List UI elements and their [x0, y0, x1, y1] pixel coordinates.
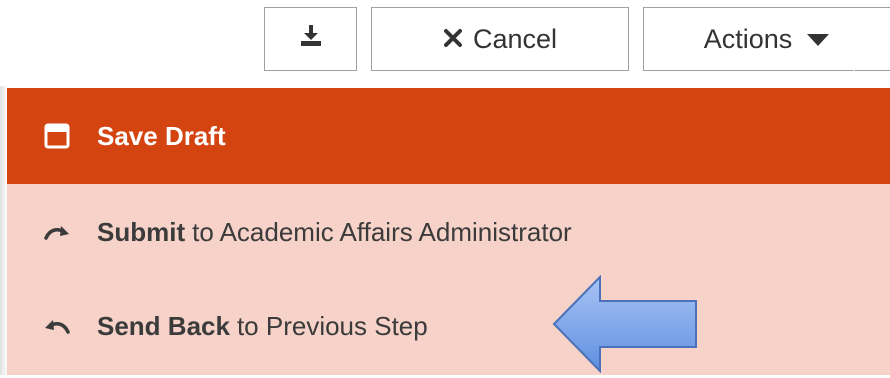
menu-item-label-bold: Submit — [97, 216, 186, 247]
menu-item-save-draft[interactable]: Save Draft — [7, 88, 890, 184]
save-icon — [41, 123, 73, 149]
download-button[interactable] — [264, 7, 357, 71]
menu-item-label-bold: Save Draft — [97, 120, 226, 151]
cancel-button[interactable]: Cancel — [371, 7, 629, 71]
redo-arrow-icon — [41, 223, 73, 241]
actions-label: Actions — [703, 23, 793, 54]
annotation-arrow-icon — [552, 274, 698, 378]
menu-item-label-bold: Send Back — [97, 310, 230, 341]
undo-arrow-icon — [41, 317, 73, 335]
menu-item-label-rest: to Previous Step — [236, 310, 428, 341]
menu-item-submit[interactable]: Submit to Academic Affairs Administrator — [7, 184, 890, 280]
actions-button[interactable]: Actions — [643, 7, 890, 71]
close-icon — [443, 24, 463, 55]
menu-item-label-rest: to Academic Affairs Administrator — [192, 216, 572, 247]
actions-dropdown-menu: Save Draft Submit to Academic Affairs Ad… — [7, 88, 890, 375]
menu-caret — [840, 70, 868, 86]
cancel-label: Cancel — [472, 23, 558, 54]
caret-down-icon — [806, 24, 830, 55]
download-icon — [299, 24, 323, 55]
menu-item-send-back[interactable]: Send Back to Previous Step — [7, 278, 890, 374]
